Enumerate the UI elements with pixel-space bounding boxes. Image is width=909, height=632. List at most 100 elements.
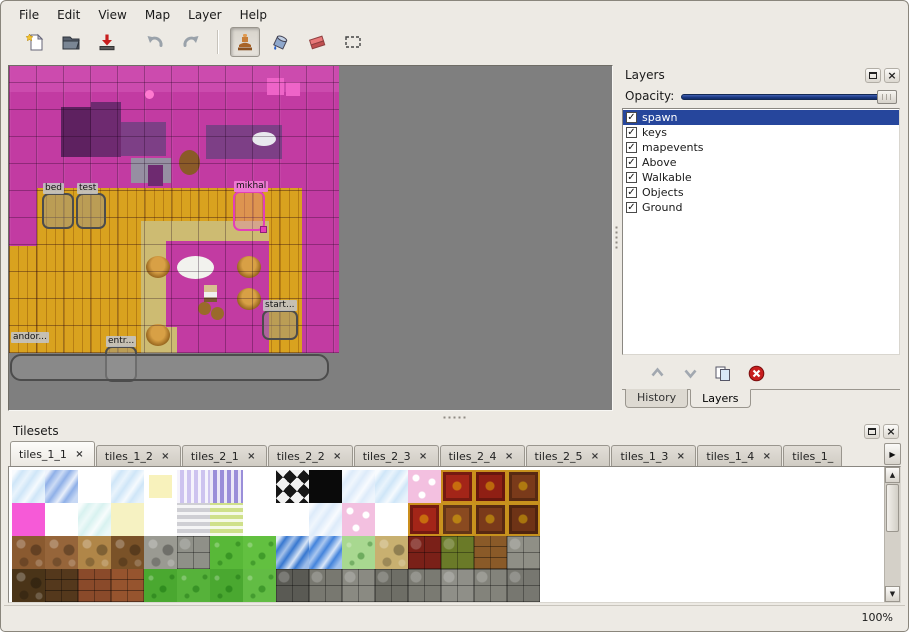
- tile-2-4[interactable]: [144, 536, 177, 569]
- tile-0-8[interactable]: [276, 470, 309, 503]
- tile-3-10[interactable]: [342, 569, 375, 602]
- tile-0-15[interactable]: [507, 470, 540, 503]
- tileset-tab-tiles_1_4[interactable]: tiles_1_4×: [697, 445, 782, 466]
- map-viewport[interactable]: bedtestmikhalstart...entr...andor...: [8, 65, 613, 411]
- save-map-button[interactable]: [92, 27, 122, 57]
- layer-visibility-checkbox[interactable]: ✓: [626, 202, 637, 213]
- float-panel-button[interactable]: [864, 424, 880, 439]
- menu-map[interactable]: Map: [136, 6, 179, 24]
- stamp-brush-button[interactable]: [230, 27, 260, 57]
- tile-1-5[interactable]: [177, 503, 210, 536]
- tile-2-5[interactable]: [177, 536, 210, 569]
- scroll-down-button[interactable]: ▼: [885, 586, 900, 602]
- scrollbar-thumb[interactable]: [886, 484, 899, 532]
- tile-1-4[interactable]: [144, 503, 177, 536]
- tile-1-13[interactable]: [441, 503, 474, 536]
- tile-3-15[interactable]: [507, 569, 540, 602]
- delete-layer-button[interactable]: [745, 362, 767, 384]
- tile-1-9[interactable]: [309, 503, 342, 536]
- tile-2-11[interactable]: [375, 536, 408, 569]
- tileset-vertical-scrollbar[interactable]: ▲ ▼: [884, 467, 900, 602]
- tile-2-0[interactable]: [12, 536, 45, 569]
- tile-1-10[interactable]: [342, 503, 375, 536]
- tile-2-14[interactable]: [474, 536, 507, 569]
- tile-3-2[interactable]: [78, 569, 111, 602]
- tile-0-6[interactable]: [210, 470, 243, 503]
- tile-3-12[interactable]: [408, 569, 441, 602]
- tile-0-7[interactable]: [243, 470, 276, 503]
- tile-0-0[interactable]: [12, 470, 45, 503]
- tile-1-0[interactable]: [12, 503, 45, 536]
- tile-3-3[interactable]: [111, 569, 144, 602]
- tile-0-4[interactable]: [144, 470, 177, 503]
- map-object-mikhal[interactable]: mikhal: [233, 191, 265, 231]
- tile-0-11[interactable]: [375, 470, 408, 503]
- dock-tab-history[interactable]: History: [625, 389, 688, 408]
- layer-row-keys[interactable]: ✓keys: [623, 125, 899, 140]
- float-panel-button[interactable]: [865, 68, 881, 83]
- layer-visibility-checkbox[interactable]: ✓: [626, 187, 637, 198]
- menu-view[interactable]: View: [89, 6, 135, 24]
- map-object-start[interactable]: start...: [262, 310, 298, 340]
- tile-0-12[interactable]: [408, 470, 441, 503]
- tile-3-1[interactable]: [45, 569, 78, 602]
- tab-close-button[interactable]: ×: [417, 450, 430, 463]
- tile-0-3[interactable]: [111, 470, 144, 503]
- tile-1-14[interactable]: [474, 503, 507, 536]
- tileset-tab-tiles_2_4[interactable]: tiles_2_4×: [440, 445, 525, 466]
- tileset-tab-tiles_2_1[interactable]: tiles_2_1×: [182, 445, 267, 466]
- tile-3-14[interactable]: [474, 569, 507, 602]
- tile-2-8[interactable]: [276, 536, 309, 569]
- layer-row-mapevents[interactable]: ✓mapevents: [623, 140, 899, 155]
- tile-1-7[interactable]: [243, 503, 276, 536]
- tile-2-13[interactable]: [441, 536, 474, 569]
- tile-3-6[interactable]: [210, 569, 243, 602]
- tile-3-13[interactable]: [441, 569, 474, 602]
- raise-layer-button[interactable]: [646, 362, 668, 384]
- redo-button[interactable]: [176, 27, 206, 57]
- map-object-bed[interactable]: bed: [42, 193, 74, 229]
- tab-close-button[interactable]: ×: [588, 450, 601, 463]
- tile-3-4[interactable]: [144, 569, 177, 602]
- rectangular-select-button[interactable]: [338, 27, 368, 57]
- scroll-up-button[interactable]: ▲: [885, 467, 900, 483]
- tile-2-6[interactable]: [210, 536, 243, 569]
- tile-3-11[interactable]: [375, 569, 408, 602]
- tile-0-13[interactable]: [441, 470, 474, 503]
- close-panel-button[interactable]: ×: [884, 68, 900, 83]
- tile-0-5[interactable]: [177, 470, 210, 503]
- tab-close-button[interactable]: ×: [674, 450, 687, 463]
- tile-3-7[interactable]: [243, 569, 276, 602]
- map-canvas[interactable]: bedtestmikhalstart...entr...andor...: [9, 66, 339, 388]
- resize-handle[interactable]: [260, 226, 267, 233]
- layer-row-ground[interactable]: ✓Ground: [623, 200, 899, 215]
- tile-2-2[interactable]: [78, 536, 111, 569]
- tab-scroll-right-button[interactable]: ▶: [884, 443, 901, 465]
- tile-1-12[interactable]: [408, 503, 441, 536]
- tileset-tab-tiles_1_3[interactable]: tiles_1_3×: [611, 445, 696, 466]
- layer-visibility-checkbox[interactable]: ✓: [626, 157, 637, 168]
- tile-2-15[interactable]: [507, 536, 540, 569]
- tile-1-15[interactable]: [507, 503, 540, 536]
- tileset-tab-tiles_2_2[interactable]: tiles_2_2×: [268, 445, 353, 466]
- menu-help[interactable]: Help: [231, 6, 276, 24]
- tile-2-7[interactable]: [243, 536, 276, 569]
- eraser-button[interactable]: [302, 27, 332, 57]
- duplicate-layer-button[interactable]: [712, 362, 734, 384]
- layer-visibility-checkbox[interactable]: ✓: [626, 127, 637, 138]
- tile-1-11[interactable]: [375, 503, 408, 536]
- tile-0-10[interactable]: [342, 470, 375, 503]
- tab-close-button[interactable]: ×: [760, 450, 773, 463]
- undo-button[interactable]: [140, 27, 170, 57]
- tile-3-8[interactable]: [276, 569, 309, 602]
- tab-close-button[interactable]: ×: [503, 450, 516, 463]
- tile-1-1[interactable]: [45, 503, 78, 536]
- tile-3-0[interactable]: [12, 569, 45, 602]
- tab-close-button[interactable]: ×: [245, 450, 258, 463]
- layer-row-spawn[interactable]: ✓spawn: [623, 110, 899, 125]
- tile-1-6[interactable]: [210, 503, 243, 536]
- tile-3-5[interactable]: [177, 569, 210, 602]
- tile-2-3[interactable]: [111, 536, 144, 569]
- map-object-andor[interactable]: andor...: [10, 354, 329, 381]
- layer-row-objects[interactable]: ✓Objects: [623, 185, 899, 200]
